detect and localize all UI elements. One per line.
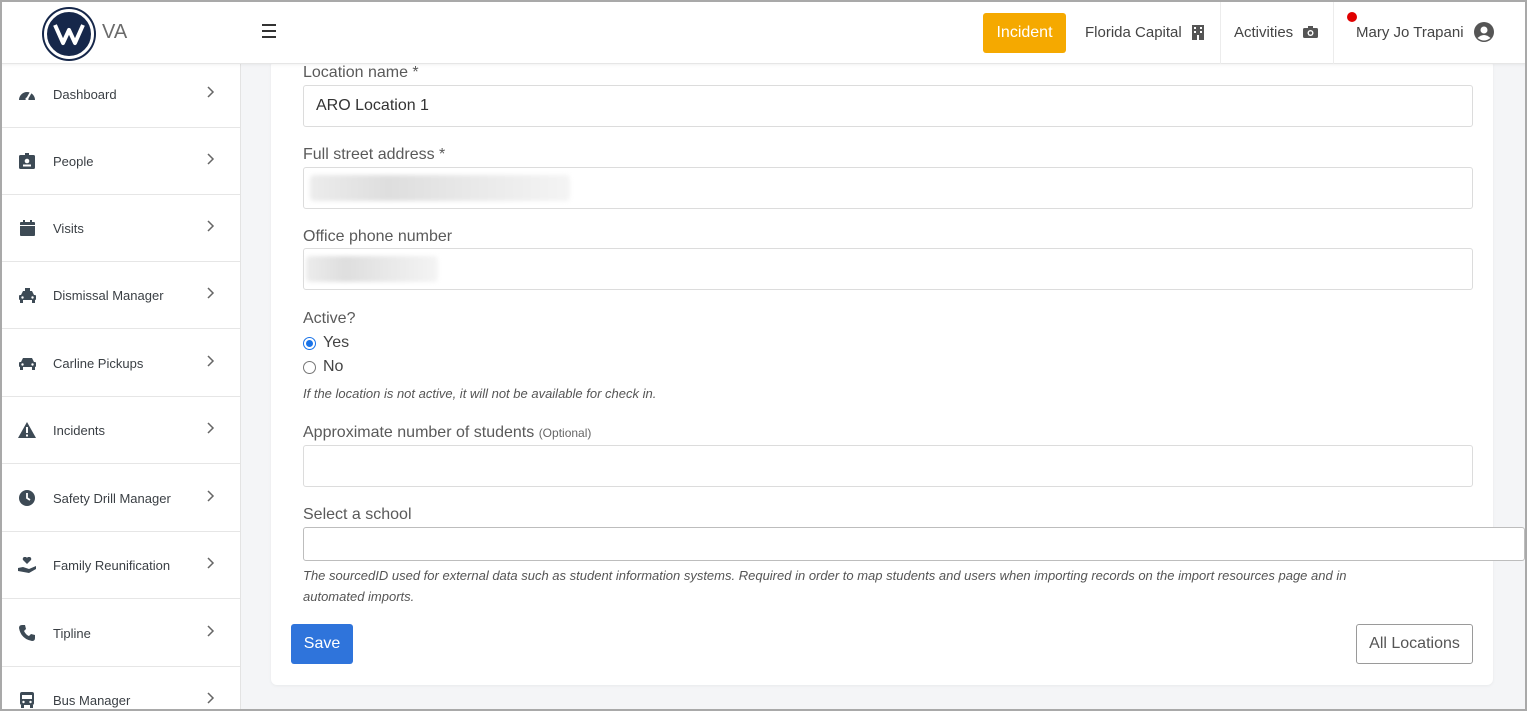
taxi-icon <box>18 286 36 304</box>
chevron-right-icon <box>207 421 215 439</box>
school-help-line-2: automated imports. <box>303 589 415 604</box>
incident-button[interactable]: Incident <box>983 13 1066 53</box>
chevron-right-icon <box>207 624 215 642</box>
office-phone-label: Office phone number <box>303 228 453 245</box>
user-menu[interactable]: Mary Jo Trapani <box>1356 0 1494 64</box>
warning-icon <box>18 421 36 439</box>
sidebar-item-family-reunification[interactable]: Family Reunification <box>0 532 240 599</box>
hand-heart-icon <box>18 556 36 574</box>
radio-no[interactable] <box>303 360 316 374</box>
chevron-right-icon <box>207 691 215 709</box>
user-avatar-icon <box>1473 22 1494 42</box>
students-label-text: Approximate number of students <box>303 424 535 441</box>
car-icon <box>18 354 36 372</box>
sidebar-item-label: Visits <box>53 220 84 236</box>
chevron-right-icon <box>207 85 215 103</box>
save-button[interactable]: Save <box>291 624 353 664</box>
location-name-label: Location name * <box>303 64 419 81</box>
activities-label: Activities <box>1234 23 1294 41</box>
header-divider <box>1333 0 1334 64</box>
location-name-value: ARO Location 1 <box>316 97 429 114</box>
sidebar-item-carline-pickups[interactable]: Carline Pickups <box>0 330 240 397</box>
user-name: Mary Jo Trapani <box>1356 23 1464 41</box>
school-selector[interactable]: Florida Capital <box>1085 0 1204 64</box>
all-locations-button[interactable]: All Locations <box>1356 624 1473 664</box>
sidebar-item-label: Carline Pickups <box>53 355 144 371</box>
sidebar-item-dismissal-manager[interactable]: Dismissal Manager <box>0 262 240 329</box>
phone-icon <box>18 624 36 642</box>
active-help-text: If the location is not active, it will n… <box>303 386 657 401</box>
tachometer-icon <box>18 85 36 103</box>
optional-tag: (Optional) <box>538 426 592 440</box>
brand-name: VA <box>102 21 128 43</box>
radio-yes-label: Yes <box>323 334 350 351</box>
sidebar-item-label: Dashboard <box>53 86 117 102</box>
logo-mark-icon <box>53 24 85 45</box>
menu-toggle-icon[interactable] <box>262 24 276 38</box>
sidebar-item-incidents[interactable]: Incidents <box>0 397 240 464</box>
top-header: VA Incident Florida Capital Activities M… <box>0 0 1527 64</box>
id-badge-icon <box>18 152 36 170</box>
school-help-line-1: The sourcedID used for external data suc… <box>303 568 1347 583</box>
app-logo[interactable] <box>44 9 94 59</box>
school-select[interactable] <box>303 527 1525 561</box>
students-label: Approximate number of students (Optional… <box>303 424 591 442</box>
bus-icon <box>18 691 36 709</box>
sidebar: Dashboard People Visits Dismissal Manage… <box>0 64 241 711</box>
street-address-label: Full street address * <box>303 146 446 163</box>
sidebar-item-label: People <box>53 153 94 169</box>
redacted-text <box>306 256 438 282</box>
sidebar-item-bus-manager[interactable]: Bus Manager <box>0 667 240 711</box>
students-input[interactable] <box>303 445 1473 487</box>
chevron-right-icon <box>207 489 215 507</box>
sidebar-item-safety-drill-manager[interactable]: Safety Drill Manager <box>0 465 240 532</box>
active-no-option[interactable]: No <box>303 358 343 376</box>
camera-icon <box>1303 26 1319 38</box>
street-address-input[interactable] <box>303 167 1473 209</box>
chevron-right-icon <box>207 286 215 304</box>
sidebar-item-tipline[interactable]: Tipline <box>0 600 240 667</box>
radio-no-label: No <box>323 358 344 375</box>
chevron-right-icon <box>207 219 215 237</box>
sidebar-item-dashboard[interactable]: Dashboard <box>0 64 240 128</box>
chevron-right-icon <box>207 556 215 574</box>
header-divider <box>1220 0 1221 64</box>
location-name-input[interactable]: ARO Location 1 <box>303 85 1473 127</box>
school-help-text: The sourcedID used for external data suc… <box>303 565 1346 607</box>
sidebar-item-label: Incidents <box>53 422 106 438</box>
chevron-right-icon <box>207 152 215 170</box>
redacted-text <box>310 175 570 201</box>
sidebar-item-label: Tipline <box>53 625 91 641</box>
sidebar-item-label: Family Reunification <box>53 557 171 573</box>
sidebar-item-label: Dismissal Manager <box>53 287 164 303</box>
active-label: Active? <box>303 310 356 327</box>
activities-button[interactable]: Activities <box>1234 0 1319 64</box>
radio-yes[interactable] <box>303 336 316 350</box>
building-icon <box>1191 24 1204 40</box>
office-phone-input[interactable] <box>303 248 1473 290</box>
sidebar-item-visits[interactable]: Visits <box>0 195 240 262</box>
active-yes-option[interactable]: Yes <box>303 334 349 352</box>
clock-icon <box>18 489 36 507</box>
sidebar-item-people[interactable]: People <box>0 128 240 195</box>
school-select-label: Select a school <box>303 506 412 523</box>
chevron-right-icon <box>207 354 215 372</box>
calendar-icon <box>18 219 36 237</box>
school-name: Florida Capital <box>1085 23 1182 41</box>
sidebar-item-label: Bus Manager <box>53 692 131 708</box>
sidebar-item-label: Safety Drill Manager <box>53 490 171 506</box>
